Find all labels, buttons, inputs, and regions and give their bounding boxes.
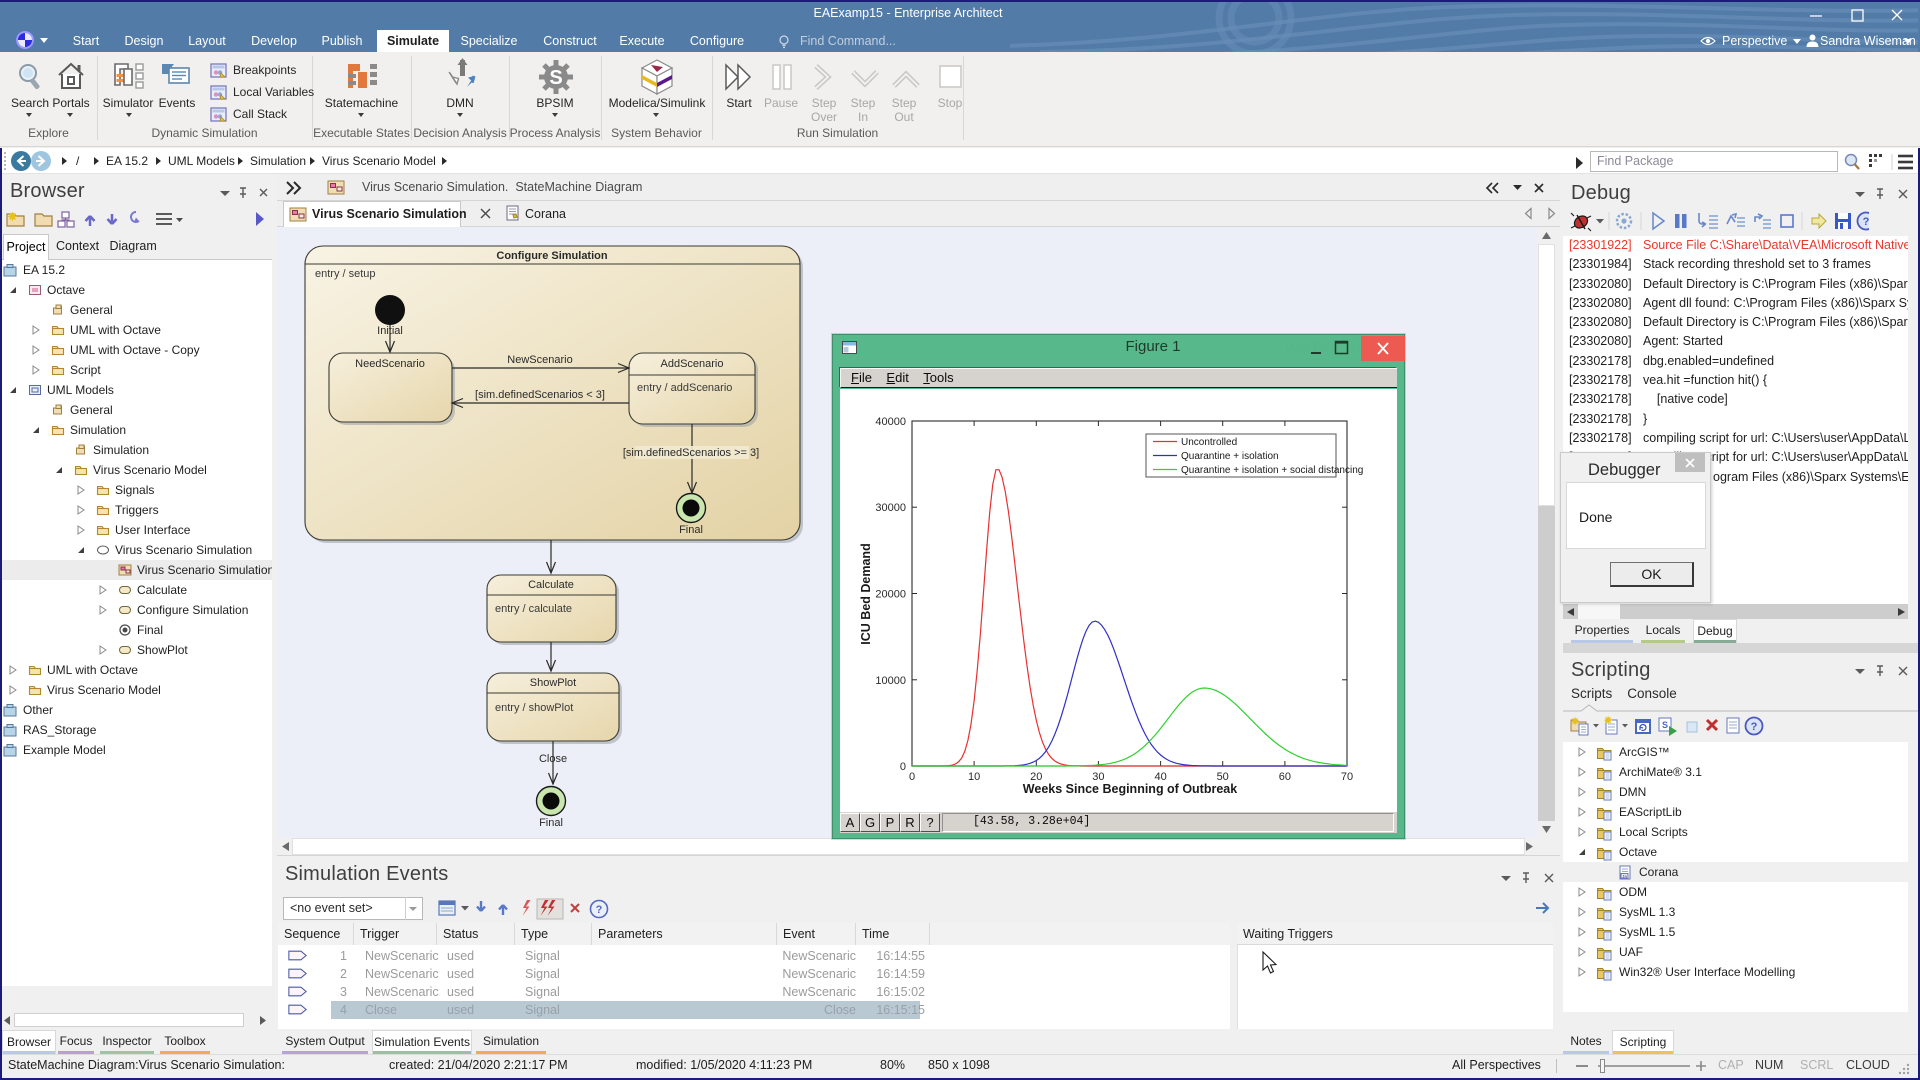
svg-text:Final: Final	[539, 817, 563, 829]
svg-text:[sim.definedScenarios >= 3]: [sim.definedScenarios >= 3]	[623, 447, 759, 459]
svg-text:70: 70	[1341, 771, 1353, 783]
svg-text:Final: Final	[679, 524, 703, 536]
svg-text:Quarantine + isolation + socia: Quarantine + isolation + social distanci…	[1181, 465, 1363, 476]
svg-text:0: 0	[900, 761, 906, 773]
svg-text:60: 60	[1279, 771, 1291, 783]
svg-text:entry / showPlot: entry / showPlot	[495, 702, 573, 714]
svg-text:?: ?	[596, 904, 603, 916]
svg-text:NeedScenario: NeedScenario	[355, 358, 425, 370]
svg-text:AddScenario: AddScenario	[661, 358, 724, 370]
svg-text:Quarantine + isolation: Quarantine + isolation	[1181, 451, 1279, 462]
svg-text:entry / calculate: entry / calculate	[495, 603, 572, 615]
svg-text:?: ?	[1751, 721, 1758, 733]
svg-text:S: S	[549, 67, 562, 89]
svg-text:Configure Simulation: Configure Simulation	[496, 250, 608, 262]
svg-text:20000: 20000	[875, 589, 906, 601]
svg-text:Calculate: Calculate	[528, 579, 574, 591]
svg-text:NewScenario: NewScenario	[507, 354, 572, 366]
svg-text:[sim.definedScenarios < 3]: [sim.definedScenarios < 3]	[475, 389, 605, 401]
svg-text:Weeks Since Beginning of Outbr: Weeks Since Beginning of Outbreak	[1023, 782, 1237, 796]
svg-text:ShowPlot: ShowPlot	[530, 677, 576, 689]
svg-text:30000: 30000	[875, 502, 906, 514]
svg-text:Ja: Ja	[1622, 874, 1627, 879]
svg-text:entry / setup: entry / setup	[315, 268, 376, 280]
svg-text:entry / addScenario: entry / addScenario	[637, 382, 732, 394]
svg-text:10000: 10000	[875, 675, 906, 687]
svg-text:Uncontrolled: Uncontrolled	[1181, 437, 1237, 448]
svg-text:10: 10	[968, 771, 980, 783]
svg-text:40000: 40000	[875, 416, 906, 428]
svg-text:?: ?	[1863, 216, 1869, 228]
svg-text:ICU Bed Demand: ICU Bed Demand	[859, 543, 873, 644]
svg-text:Close: Close	[539, 753, 567, 765]
svg-text:0: 0	[909, 771, 915, 783]
svg-text:S: S	[1662, 720, 1668, 730]
